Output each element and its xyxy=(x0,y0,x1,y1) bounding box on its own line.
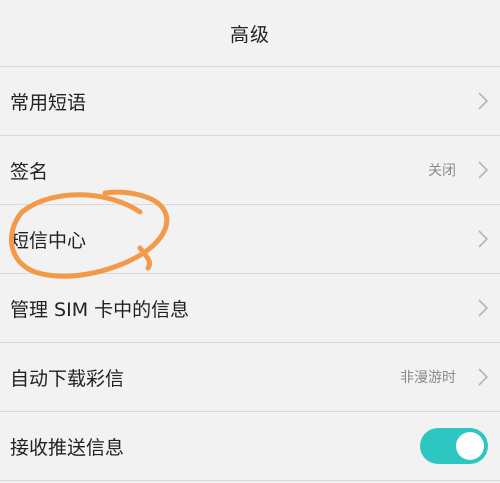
chevron-right-icon xyxy=(478,230,488,248)
page-title: 高级 xyxy=(229,23,270,46)
setting-label: 常用短语 xyxy=(10,91,87,114)
setting-label: 短信中心 xyxy=(10,229,87,252)
chevron-right-icon xyxy=(478,368,488,386)
setting-value: 非漫游时 xyxy=(400,370,456,386)
setting-common-phrases[interactable]: 常用短语 xyxy=(0,67,500,136)
setting-sms-center[interactable]: 短信中心 xyxy=(0,205,500,274)
chevron-right-icon xyxy=(478,161,488,179)
setting-receive-push-messages: 接收推送信息 xyxy=(0,412,500,481)
setting-label: 签名 xyxy=(10,160,49,183)
toggle-knob xyxy=(456,432,484,460)
setting-auto-download-mms[interactable]: 自动下载彩信 非漫游时 xyxy=(0,343,500,412)
push-messages-toggle[interactable] xyxy=(420,428,488,464)
title-bar: 高级 xyxy=(0,0,500,67)
setting-value: 关闭 xyxy=(428,163,456,179)
setting-label: 管理 SIM 卡中的信息 xyxy=(10,298,190,321)
setting-signature[interactable]: 签名 关闭 xyxy=(0,136,500,205)
setting-manage-sim-messages[interactable]: 管理 SIM 卡中的信息 xyxy=(0,274,500,343)
chevron-right-icon xyxy=(478,92,488,110)
setting-label: 接收推送信息 xyxy=(10,436,125,459)
chevron-right-icon xyxy=(478,299,488,317)
settings-list: 常用短语 签名 关闭 短信中心 管理 SIM 卡中的信息 自动下载彩信 非漫游时… xyxy=(0,67,500,481)
advanced-settings-screen: 高级 常用短语 签名 关闭 短信中心 管理 SIM 卡中的信息 自动下载彩信 非… xyxy=(0,0,500,483)
setting-label: 自动下载彩信 xyxy=(10,367,125,390)
